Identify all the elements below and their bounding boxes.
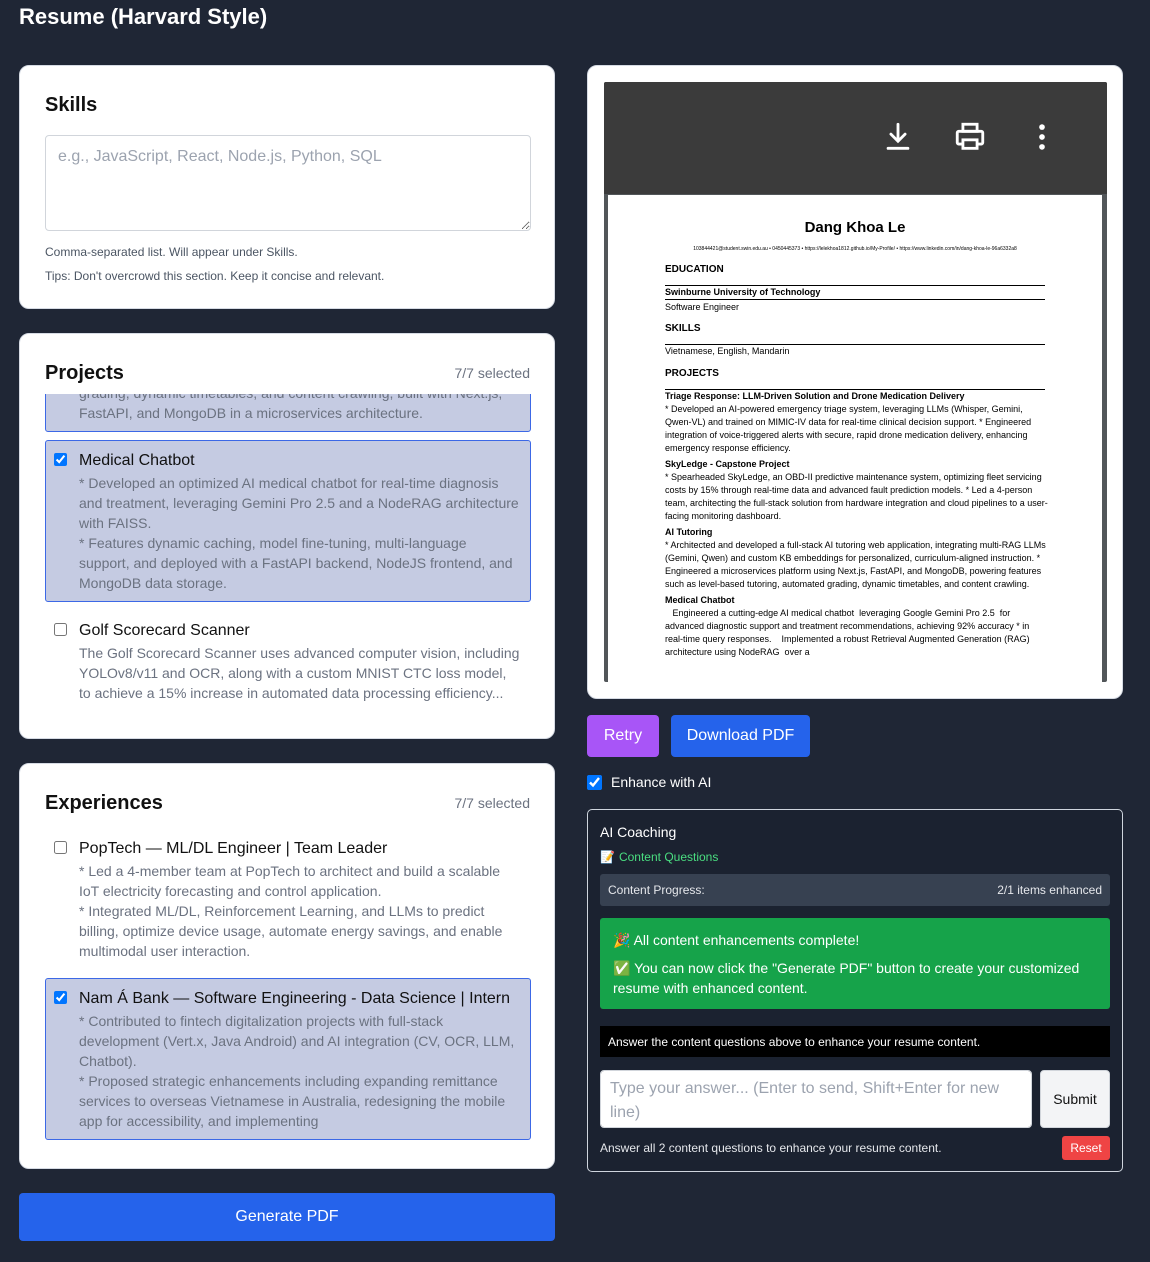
pdf-page: Dang Khoa Le 103844421@student.swin.edu.… [608, 195, 1102, 682]
resume-projects-heading: PROJECTS [665, 368, 719, 379]
item-checkbox[interactable] [54, 841, 67, 854]
project-title: Medical Chatbot [665, 595, 735, 605]
experiences-count: 7/7 selected [454, 795, 531, 811]
more-vert-icon[interactable] [1025, 120, 1059, 154]
project-text: Engineered a cutting-edge AI medical cha… [665, 608, 1035, 657]
projects-count: 7/7 selected [454, 365, 531, 381]
info-bar: Answer the content questions above to en… [600, 1026, 1110, 1057]
pdf-toolbar [604, 82, 1107, 194]
resume-skills-heading: SKILLS [665, 323, 701, 334]
project-text: * Spearheaded SkyLedge, an OBD-II predic… [665, 472, 1048, 521]
projects-heading: Projects [45, 362, 124, 384]
enhance-checkbox[interactable] [587, 774, 602, 790]
projects-card: Projects 7/7 selected grading, dynamic t… [19, 333, 555, 739]
experiences-heading: Experiences [45, 792, 163, 814]
coaching-footer: Answer all 2 content questions to enhanc… [600, 1141, 942, 1155]
generate-pdf-button[interactable]: Generate PDF [19, 1193, 555, 1241]
resume-skills-text: Vietnamese, English, Mandarin [665, 346, 790, 356]
experiences-list[interactable]: PopTech — ML/DL Engineer | Team Leader *… [45, 828, 531, 1144]
skills-hint: Comma-separated list. Will appear under … [45, 245, 298, 259]
list-item[interactable]: Medical Chatbot * Developed an optimized… [45, 440, 531, 602]
resume-school: Swinburne University of Technology [665, 286, 1049, 300]
item-desc: * Features dynamic caching, model fine-t… [79, 535, 513, 591]
pdf-viewer[interactable]: Dang Khoa Le 103844421@student.swin.edu.… [604, 82, 1107, 682]
progress-value: 2/1 items enhanced [997, 883, 1102, 897]
divider [665, 275, 1045, 286]
item-desc: * Proposed strategic enhancements includ… [79, 1073, 506, 1129]
item-desc: The Golf Scorecard Scanner uses advanced… [79, 645, 520, 701]
projects-list[interactable]: grading, dynamic timetables, and content… [45, 394, 531, 716]
success-line-2: You can now click the "Generate PDF" but… [613, 960, 1080, 996]
project-title: Triage Response: LLM-Driven Solution and… [665, 391, 965, 401]
skills-input[interactable] [45, 135, 531, 231]
ai-coaching-panel: AI Coaching 📝 Content Questions Content … [587, 809, 1123, 1172]
pdf-preview-card: Dang Khoa Le 103844421@student.swin.edu.… [587, 65, 1123, 699]
project-text: * Architected and developed a full-stack… [665, 540, 1046, 589]
resume-name: Dang Khoa Le [804, 219, 906, 236]
skills-tip: Tips: Don't overcrowd this section. Keep… [45, 269, 385, 283]
item-desc: * Developed an optimized AI medical chat… [79, 475, 519, 531]
item-checkbox[interactable] [54, 623, 67, 636]
progress-label: Content Progress: [608, 883, 705, 897]
reset-button[interactable]: Reset [1062, 1136, 1110, 1160]
project-title: AI Tutoring [665, 527, 713, 537]
success-message: 🎉 All content enhancements complete! ✅ Y… [600, 918, 1110, 1009]
item-name: Medical Chatbot [79, 452, 195, 469]
item-desc: grading, dynamic timetables, and content… [79, 394, 502, 421]
school-name: Swinburne University of Technology [665, 286, 1045, 300]
item-name: Nam Á Bank — Software Engineering - Data… [79, 990, 511, 1007]
list-item[interactable]: Golf Scorecard Scanner The Golf Scorecar… [45, 610, 531, 712]
list-item[interactable]: grading, dynamic timetables, and content… [45, 394, 531, 432]
check-icon: ✅ [613, 960, 631, 976]
resume-contact: 103844421@student.swin.edu.au • 04504453… [693, 246, 1017, 252]
resume-project: Triage Response: LLM-Driven Solution and… [665, 390, 1049, 659]
answer-input[interactable] [600, 1070, 1032, 1128]
enhance-label: Enhance with AI [611, 774, 712, 790]
submit-button[interactable]: Submit [1040, 1070, 1110, 1128]
resume-degree: Software Engineer [665, 302, 740, 312]
download-icon[interactable] [881, 120, 915, 154]
skills-heading: Skills [45, 94, 98, 116]
content-progress: Content Progress: 2/1 items enhanced [600, 874, 1110, 906]
coaching-title: AI Coaching [600, 824, 677, 840]
item-name: Golf Scorecard Scanner [79, 622, 250, 639]
item-name: PopTech — ML/DL Engineer | Team Leader [79, 840, 388, 857]
item-checkbox[interactable] [54, 453, 67, 466]
success-line-1: All content enhancements complete! [633, 932, 860, 948]
retry-button[interactable]: Retry [587, 715, 659, 757]
item-checkbox[interactable] [54, 991, 67, 1004]
list-item[interactable]: PopTech — ML/DL Engineer | Team Leader *… [45, 828, 531, 970]
skills-card: Skills Comma-separated list. Will appear… [19, 65, 555, 309]
divider [665, 335, 1045, 345]
divider [665, 379, 1045, 390]
list-item[interactable]: Nam Á Bank — Software Engineering - Data… [45, 978, 531, 1140]
item-desc: * Contributed to fintech digitalization … [79, 1013, 515, 1069]
experiences-card: Experiences 7/7 selected PopTech — ML/DL… [19, 763, 555, 1169]
project-text: * Developed an AI-powered emergency tria… [665, 404, 1032, 453]
download-pdf-button[interactable]: Download PDF [671, 715, 810, 757]
party-icon: 🎉 [613, 932, 631, 948]
item-desc: * Led a 4-member team at PopTech to arch… [79, 863, 501, 899]
enhance-toggle[interactable]: Enhance with AI [587, 774, 711, 790]
print-icon[interactable] [953, 120, 987, 154]
project-title: SkyLedge - Capstone Project [665, 459, 790, 469]
tab-label: Content Questions [618, 850, 719, 864]
memo-icon: 📝 [600, 850, 615, 864]
page-title: Resume (Harvard Style) [19, 4, 268, 29]
tab-content-questions[interactable]: 📝 Content Questions [600, 850, 718, 864]
resume-education-heading: EDUCATION [665, 264, 724, 275]
item-desc: * Integrated ML/DL, Reinforcement Learni… [79, 903, 503, 959]
